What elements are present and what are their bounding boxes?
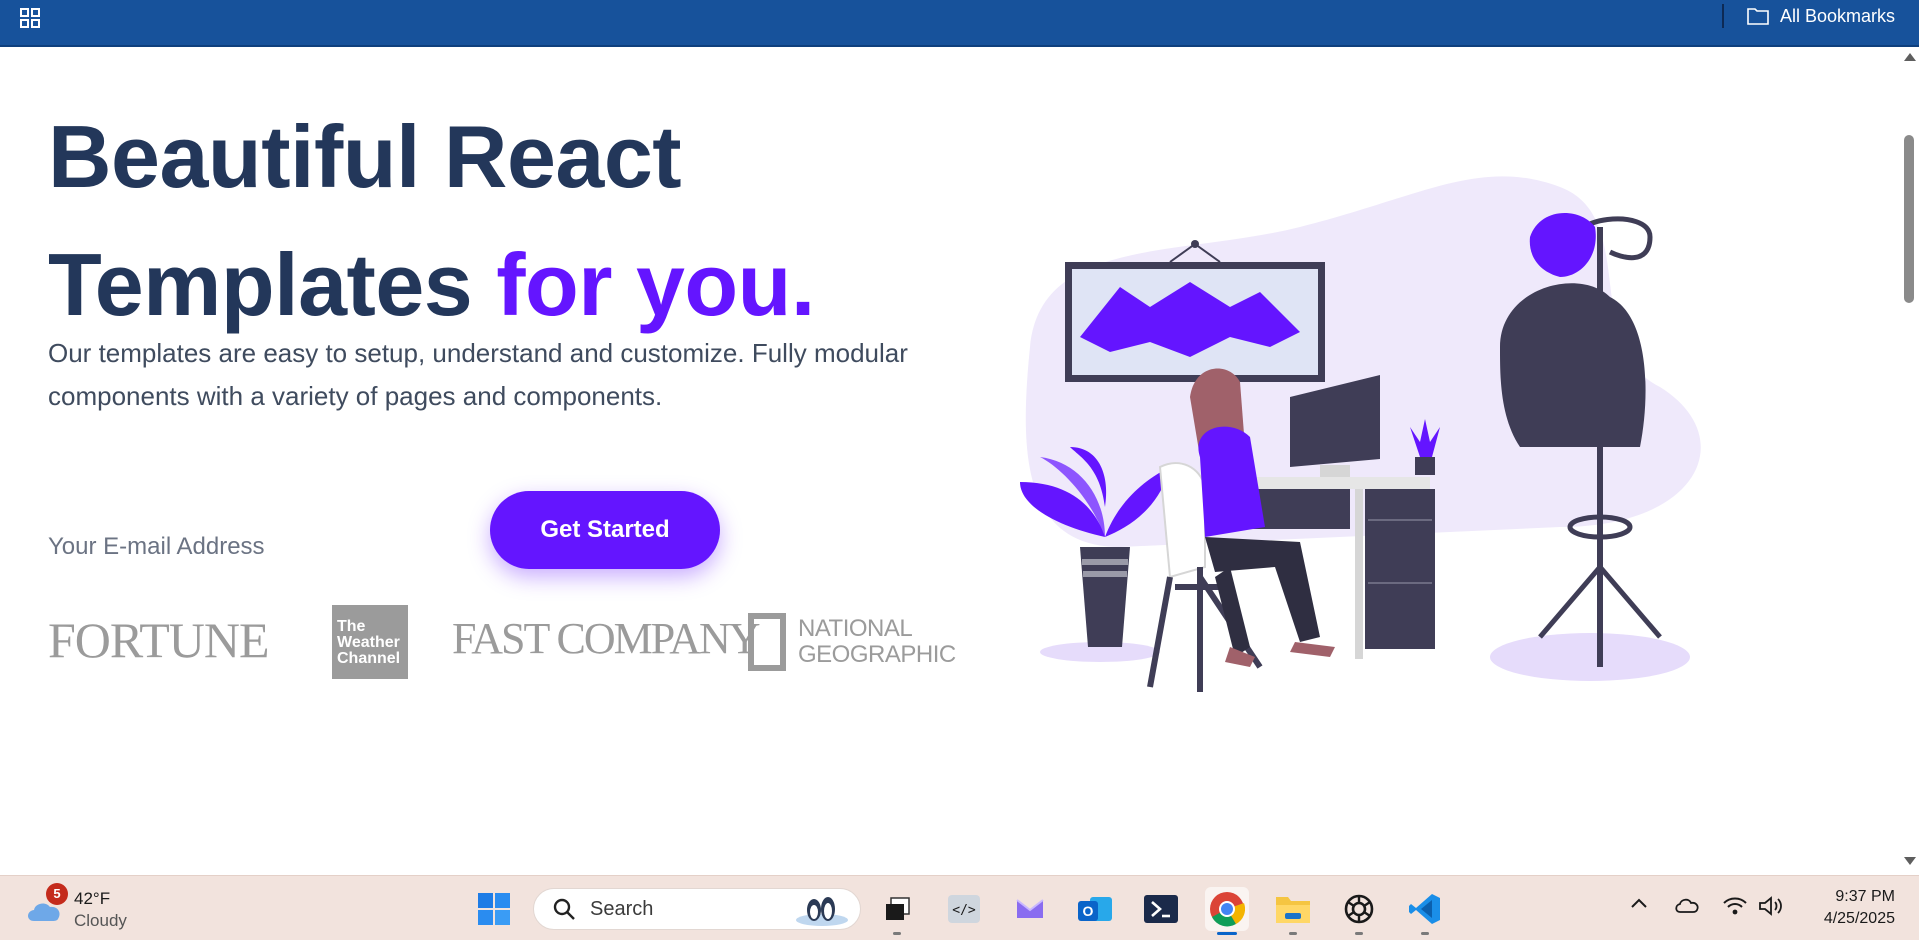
natgeo-label: NATIONAL GEOGRAPHIC: [798, 615, 956, 668]
speaker-icon: [1759, 896, 1782, 916]
bookmarks-bar: All Bookmarks: [0, 0, 1919, 47]
page-scrollbar[interactable]: [1900, 47, 1919, 875]
get-started-button[interactable]: Get Started: [490, 491, 720, 569]
terminal-icon: [1144, 895, 1178, 923]
running-indicator: [1289, 932, 1297, 935]
clock-time: 9:37 PM: [1835, 888, 1895, 905]
cloud-icon: 5: [24, 883, 68, 925]
chevron-up-icon: [1631, 898, 1647, 908]
taskbar-clock[interactable]: 9:37 PM 4/25/2025: [1805, 886, 1895, 930]
onedrive-cloud-icon: [1675, 898, 1699, 913]
apps-grid-icon[interactable]: [18, 6, 42, 30]
folder-icon: [1747, 8, 1769, 25]
web-page: Beautiful React Templates for you. Our t…: [0, 47, 1900, 875]
scroll-down-arrow-icon[interactable]: [1904, 857, 1916, 865]
email-input[interactable]: [48, 517, 468, 577]
chatgpt-icon: [1344, 894, 1374, 924]
outlook-button[interactable]: O: [1073, 887, 1117, 931]
fortune-logo: FORTUNE: [48, 612, 270, 668]
task-view-button[interactable]: [875, 887, 919, 935]
running-indicator: [893, 932, 901, 935]
onedrive-button[interactable]: [1674, 896, 1700, 914]
vscode-button[interactable]: [1403, 887, 1447, 935]
weather-badge: 5: [46, 883, 68, 905]
code-tag-icon: </>: [948, 895, 980, 923]
hero-title-line2: Templates: [48, 235, 473, 334]
folder-icon: [1276, 897, 1310, 923]
show-hidden-icons-button[interactable]: [1630, 896, 1648, 910]
all-bookmarks-button[interactable]: All Bookmarks: [1746, 2, 1895, 30]
network-button[interactable]: [1722, 896, 1748, 916]
scroll-thumb[interactable]: [1904, 135, 1914, 303]
file-explorer-button[interactable]: [1271, 887, 1315, 935]
svg-text:</>: </>: [952, 903, 976, 918]
hero-title-accent: for you.: [496, 235, 815, 334]
windows-start-icon: [478, 893, 510, 925]
chrome-button[interactable]: [1205, 887, 1249, 935]
svg-text:O: O: [1083, 903, 1094, 919]
hero-title-line1: Beautiful React: [48, 107, 682, 206]
chatgpt-button[interactable]: [1337, 887, 1381, 935]
weather-condition: Cloudy: [74, 911, 127, 930]
scroll-up-arrow-icon[interactable]: [1904, 53, 1916, 61]
hero-description: Our templates are easy to setup, underst…: [48, 338, 908, 411]
vscode-icon: [1409, 894, 1440, 924]
taskbar: 5 42°F Cloudy Search </> O 9:37 PM 4/25/…: [0, 875, 1919, 940]
mail-app-button[interactable]: [1008, 887, 1052, 931]
penguins-highlight-icon: [796, 897, 848, 926]
weather-channel-logo: The Weather Channel: [332, 605, 408, 679]
dev-tools-button[interactable]: </>: [942, 887, 986, 931]
chrome-icon: [1210, 892, 1245, 927]
fast-company-logo: FAST COMPANY: [452, 614, 761, 663]
task-view-icon: [886, 897, 910, 920]
volume-button[interactable]: [1758, 896, 1784, 916]
search-icon: [553, 898, 575, 920]
wifi-icon: [1723, 897, 1747, 915]
all-bookmarks-label: All Bookmarks: [1780, 5, 1896, 26]
outlook-icon: O: [1078, 897, 1112, 921]
hero-illustration: [1020, 176, 1701, 692]
clock-date: 4/25/2025: [1823, 910, 1895, 927]
search-label: Search: [590, 897, 654, 920]
weather-temp: 42°F: [74, 889, 111, 908]
national-geographic-logo: NATIONAL GEOGRAPHIC: [748, 613, 956, 671]
running-indicator: [1355, 932, 1363, 935]
natgeo-frame-icon: [748, 613, 786, 671]
mail-icon: [1016, 899, 1044, 918]
terminal-button[interactable]: [1139, 887, 1183, 931]
running-indicator: [1421, 932, 1429, 935]
start-button[interactable]: [472, 887, 516, 931]
taskbar-search[interactable]: Search: [533, 888, 861, 930]
weather-widget[interactable]: 5 42°F Cloudy: [24, 883, 127, 932]
bookmarks-separator: [1722, 4, 1724, 28]
hero-title: Beautiful React Templates for you.: [48, 93, 815, 349]
active-indicator: [1217, 932, 1237, 935]
